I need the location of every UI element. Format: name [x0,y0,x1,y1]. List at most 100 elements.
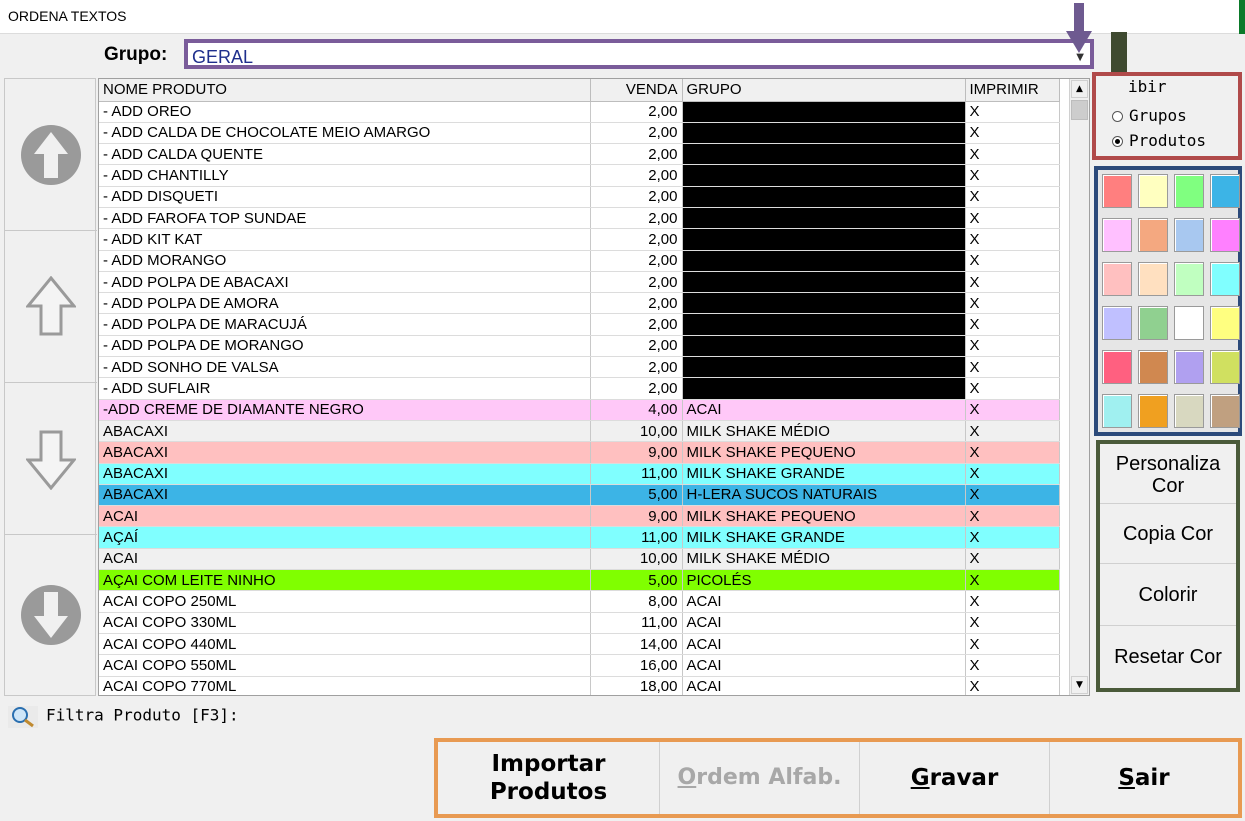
cell-grupo[interactable]: MILK SHAKE MÉDIO [682,548,966,571]
table-row[interactable]: - ADD POLPA DE MARACUJÁ 2,00 X [99,313,1060,336]
ordem-alfab-button[interactable]: Ordem Alfab. [660,742,860,814]
cell-imprimir[interactable]: X [965,250,1060,272]
cell-nome[interactable]: - ADD CALDA DE CHOCOLATE MEIO AMARGO [99,122,591,145]
table-row[interactable]: ACAI COPO 550ML 16,00 ACAI X [99,654,1060,677]
cell-grupo[interactable] [682,122,966,145]
cell-venda[interactable]: 14,00 [590,633,683,656]
cell-nome[interactable]: - ADD OREO [99,101,591,123]
cell-nome[interactable]: ACAI COPO 440ML [99,633,591,656]
cell-grupo[interactable]: MILK SHAKE PEQUENO [682,505,966,528]
cell-grupo[interactable] [682,250,966,272]
cell-venda[interactable]: 9,00 [590,441,683,464]
table-row[interactable]: - ADD POLPA DE AMORA 2,00 X [99,292,1060,315]
table-row[interactable]: ACAI 9,00 MILK SHAKE PEQUENO X [99,505,1060,528]
cell-venda[interactable]: 2,00 [590,186,683,208]
cell-imprimir[interactable]: X [965,101,1060,123]
cell-imprimir[interactable]: X [965,484,1060,507]
column-header-imprimir[interactable]: IMPRIMIR [965,79,1060,102]
cell-venda[interactable]: 18,00 [590,676,683,695]
color-swatch[interactable] [1174,218,1204,252]
cell-grupo[interactable] [682,292,966,315]
cell-nome[interactable]: ACAI COPO 250ML [99,590,591,613]
cell-imprimir[interactable]: X [965,548,1060,571]
cell-nome[interactable]: ACAI COPO 330ML [99,612,591,634]
table-row[interactable]: ABACAXI 9,00 MILK SHAKE PEQUENO X [99,441,1060,464]
cell-venda[interactable]: 2,00 [590,292,683,315]
table-row[interactable]: - ADD POLPA DE ABACAXI 2,00 X [99,271,1060,294]
cell-grupo[interactable]: H-LERA SUCOS NATURAIS [682,484,966,507]
color-swatch[interactable] [1174,350,1204,384]
table-row[interactable]: - ADD KIT KAT 2,00 X [99,228,1060,251]
cell-imprimir[interactable]: X [965,207,1060,230]
cell-venda[interactable]: 11,00 [590,526,683,549]
cell-nome[interactable]: ACAI [99,548,591,571]
cell-venda[interactable]: 2,00 [590,335,683,358]
cell-venda[interactable]: 8,00 [590,590,683,613]
cell-imprimir[interactable]: X [965,654,1060,677]
color-swatch[interactable] [1210,174,1240,208]
color-swatch[interactable] [1138,218,1168,252]
cell-grupo[interactable]: MILK SHAKE MÉDIO [682,420,966,443]
cell-grupo[interactable]: ACAI [682,590,966,613]
cell-nome[interactable]: ACAI [99,505,591,528]
cell-grupo[interactable] [682,186,966,208]
table-row[interactable]: - ADD SONHO DE VALSA 2,00 X [99,356,1060,379]
cell-imprimir[interactable]: X [965,313,1060,336]
cell-venda[interactable]: 2,00 [590,228,683,251]
personaliza-cor-button[interactable]: Personaliza Cor [1100,444,1236,504]
cell-grupo[interactable]: ACAI [682,676,966,695]
cell-grupo[interactable] [682,101,966,123]
radio-grupos[interactable]: Grupos [1112,106,1187,125]
importar-produtos-button[interactable]: Importar Produtos [438,742,660,814]
cell-imprimir[interactable]: X [965,612,1060,634]
cell-nome[interactable]: - ADD FAROFA TOP SUNDAE [99,207,591,230]
cell-imprimir[interactable]: X [965,377,1060,400]
cell-grupo[interactable]: MILK SHAKE GRANDE [682,463,966,485]
cell-grupo[interactable]: PICOLÉS [682,569,966,592]
cell-grupo[interactable]: MILK SHAKE PEQUENO [682,441,966,464]
cell-grupo[interactable] [682,228,966,251]
color-swatch[interactable] [1102,394,1132,428]
cell-nome[interactable]: - ADD POLPA DE MORANGO [99,335,591,358]
move-up-button[interactable] [5,231,97,383]
cell-venda[interactable]: 10,00 [590,548,683,571]
table-row[interactable]: - ADD CALDA DE CHOCOLATE MEIO AMARGO 2,00… [99,122,1060,145]
cell-grupo[interactable] [682,313,966,336]
table-row[interactable]: ABACAXI 10,00 MILK SHAKE MÉDIO X [99,420,1060,443]
scroll-thumb[interactable] [1071,100,1088,120]
cell-imprimir[interactable]: X [965,164,1060,187]
cell-grupo[interactable] [682,164,966,187]
cell-venda[interactable]: 16,00 [590,654,683,677]
color-swatch[interactable] [1210,218,1240,252]
table-row[interactable]: - ADD DISQUETI 2,00 X [99,186,1060,208]
cell-imprimir[interactable]: X [965,356,1060,379]
cell-venda[interactable]: 10,00 [590,420,683,443]
color-swatch[interactable] [1210,394,1240,428]
resetar-cor-button[interactable]: Resetar Cor [1100,626,1236,688]
cell-nome[interactable]: ABACAXI [99,420,591,443]
copia-cor-button[interactable]: Copia Cor [1100,504,1236,564]
cell-venda[interactable]: 11,00 [590,612,683,634]
color-swatch[interactable] [1102,350,1132,384]
table-row[interactable]: ACAI COPO 250ML 8,00 ACAI X [99,590,1060,613]
cell-nome[interactable]: -ADD CREME DE DIAMANTE NEGRO [99,399,591,421]
cell-imprimir[interactable]: X [965,676,1060,695]
move-to-bottom-button[interactable] [5,535,97,695]
table-row[interactable]: ACAI 10,00 MILK SHAKE MÉDIO X [99,548,1060,571]
cell-imprimir[interactable]: X [965,186,1060,208]
radio-produtos[interactable]: Produtos [1112,131,1206,150]
cell-grupo[interactable] [682,207,966,230]
cell-venda[interactable]: 2,00 [590,207,683,230]
cell-nome[interactable]: - ADD SONHO DE VALSA [99,356,591,379]
cell-grupo[interactable]: ACAI [682,654,966,677]
table-row[interactable]: AÇAI COM LEITE NINHO 5,00 PICOLÉS X [99,569,1060,592]
color-swatch[interactable] [1174,174,1204,208]
sair-button[interactable]: Sair [1050,742,1238,814]
color-swatch[interactable] [1138,306,1168,340]
color-swatch[interactable] [1102,262,1132,296]
cell-nome[interactable]: ABACAXI [99,463,591,485]
cell-nome[interactable]: ACAI COPO 550ML [99,654,591,677]
color-swatch[interactable] [1102,174,1132,208]
cell-grupo[interactable] [682,271,966,294]
cell-imprimir[interactable]: X [965,569,1060,592]
